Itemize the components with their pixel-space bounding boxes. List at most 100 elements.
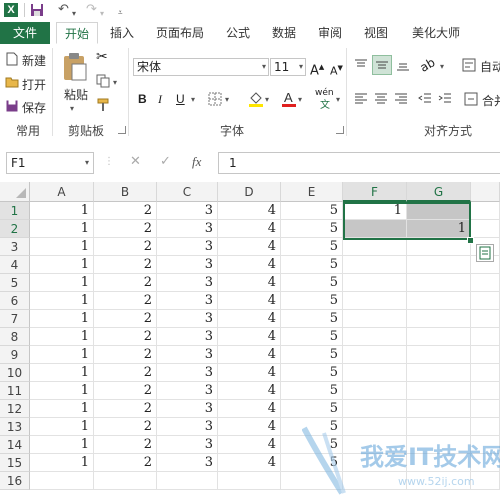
- customize-toolbar-icon[interactable]: ⩡: [118, 5, 123, 21]
- cell-b14[interactable]: 2: [94, 436, 157, 454]
- cell-c13[interactable]: 3: [157, 418, 218, 436]
- cell-e6[interactable]: 5: [281, 292, 343, 310]
- row-header-7[interactable]: 7: [0, 310, 30, 328]
- cell-c10[interactable]: 3: [157, 364, 218, 382]
- cell-b1[interactable]: 2: [94, 202, 157, 220]
- cell-a2[interactable]: 1: [30, 220, 94, 238]
- cell-d9[interactable]: 4: [218, 346, 281, 364]
- underline-dropdown-icon[interactable]: ▾: [191, 93, 195, 107]
- cell-b16[interactable]: [94, 472, 157, 490]
- cell-c15[interactable]: 3: [157, 454, 218, 472]
- row-header-9[interactable]: 9: [0, 346, 30, 364]
- cell-f3[interactable]: [343, 238, 407, 256]
- cell-d7[interactable]: 4: [218, 310, 281, 328]
- cell-b6[interactable]: 2: [94, 292, 157, 310]
- phonetic-button[interactable]: wén: [315, 88, 334, 98]
- cell-h7[interactable]: [471, 310, 500, 328]
- font-name-select[interactable]: 宋体 ▾: [133, 58, 269, 76]
- column-header-c[interactable]: C: [157, 182, 218, 202]
- cell-b4[interactable]: 2: [94, 256, 157, 274]
- cell-d3[interactable]: 4: [218, 238, 281, 256]
- tab-formulas[interactable]: 公式: [218, 22, 258, 44]
- cell-e9[interactable]: 5: [281, 346, 343, 364]
- tab-view[interactable]: 视图: [356, 22, 396, 44]
- format-painter-icon[interactable]: [96, 98, 112, 112]
- cell-a12[interactable]: 1: [30, 400, 94, 418]
- cell-e10[interactable]: 5: [281, 364, 343, 382]
- cell-h9[interactable]: [471, 346, 500, 364]
- cell-b7[interactable]: 2: [94, 310, 157, 328]
- font-color-icon[interactable]: A: [281, 90, 297, 108]
- tab-review[interactable]: 审阅: [310, 22, 350, 44]
- new-button[interactable]: 新建: [22, 52, 46, 69]
- cell-g6[interactable]: [407, 292, 471, 310]
- cell-f6[interactable]: [343, 292, 407, 310]
- quick-analysis-button[interactable]: [476, 244, 494, 262]
- cell-d11[interactable]: 4: [218, 382, 281, 400]
- cell-c4[interactable]: 3: [157, 256, 218, 274]
- row-header-6[interactable]: 6: [0, 292, 30, 310]
- cell-h8[interactable]: [471, 328, 500, 346]
- cell-b3[interactable]: 2: [94, 238, 157, 256]
- cell-d6[interactable]: 4: [218, 292, 281, 310]
- cell-d14[interactable]: 4: [218, 436, 281, 454]
- cell-g10[interactable]: [407, 364, 471, 382]
- cell-d8[interactable]: 4: [218, 328, 281, 346]
- cell-a16[interactable]: [30, 472, 94, 490]
- cell-c1[interactable]: 3: [157, 202, 218, 220]
- merge-center-icon[interactable]: [464, 92, 478, 106]
- cell-c14[interactable]: 3: [157, 436, 218, 454]
- cell-a9[interactable]: 1: [30, 346, 94, 364]
- cell-f11[interactable]: [343, 382, 407, 400]
- cell-a14[interactable]: 1: [30, 436, 94, 454]
- underline-button[interactable]: U: [176, 92, 185, 106]
- cancel-icon[interactable]: ✕: [130, 154, 141, 169]
- cell-e1[interactable]: 5: [281, 202, 343, 220]
- fill-handle[interactable]: [467, 237, 474, 244]
- cell-a15[interactable]: 1: [30, 454, 94, 472]
- cell-d15[interactable]: 4: [218, 454, 281, 472]
- cell-c12[interactable]: 3: [157, 400, 218, 418]
- wrap-text-button[interactable]: 自动: [480, 58, 500, 75]
- cell-a7[interactable]: 1: [30, 310, 94, 328]
- column-header-e[interactable]: E: [281, 182, 343, 202]
- cell-g5[interactable]: [407, 274, 471, 292]
- cell-e11[interactable]: 5: [281, 382, 343, 400]
- cut-icon[interactable]: ✂: [96, 50, 108, 64]
- fill-color-dropdown-icon[interactable]: ▾: [265, 93, 269, 107]
- name-box[interactable]: F1 ▾: [6, 152, 94, 174]
- cell-d1[interactable]: 4: [218, 202, 281, 220]
- cell-d2[interactable]: 4: [218, 220, 281, 238]
- decrease-indent-icon[interactable]: [418, 92, 432, 106]
- redo-icon[interactable]: ↷: [86, 2, 97, 18]
- align-middle-button[interactable]: [372, 55, 392, 75]
- cell-c7[interactable]: 3: [157, 310, 218, 328]
- paste-icon[interactable]: [62, 52, 88, 82]
- cell-d5[interactable]: 4: [218, 274, 281, 292]
- row-header-11[interactable]: 11: [0, 382, 30, 400]
- orientation-dropdown-icon[interactable]: ▾: [440, 60, 444, 74]
- increase-font-icon[interactable]: A▲: [310, 60, 324, 78]
- row-header-4[interactable]: 4: [0, 256, 30, 274]
- phonetic-dropdown-icon[interactable]: ▾: [336, 93, 340, 107]
- cell-d13[interactable]: 4: [218, 418, 281, 436]
- cell-e12[interactable]: 5: [281, 400, 343, 418]
- cell-f12[interactable]: [343, 400, 407, 418]
- cell-g8[interactable]: [407, 328, 471, 346]
- align-top-icon[interactable]: [354, 58, 368, 72]
- formula-input[interactable]: 1: [218, 152, 500, 174]
- save-button[interactable]: 保存: [22, 99, 46, 116]
- font-launcher-icon[interactable]: [336, 126, 344, 134]
- cell-e5[interactable]: 5: [281, 274, 343, 292]
- cell-a5[interactable]: 1: [30, 274, 94, 292]
- cell-h10[interactable]: [471, 364, 500, 382]
- row-header-15[interactable]: 15: [0, 454, 30, 472]
- column-header-f[interactable]: F: [343, 182, 407, 202]
- cell-h11[interactable]: [471, 382, 500, 400]
- align-right-icon[interactable]: [394, 92, 408, 106]
- cell-e4[interactable]: 5: [281, 256, 343, 274]
- tab-page-layout[interactable]: 页面布局: [148, 22, 212, 44]
- orientation-icon[interactable]: ab: [418, 55, 438, 75]
- cell-c2[interactable]: 3: [157, 220, 218, 238]
- cell-g12[interactable]: [407, 400, 471, 418]
